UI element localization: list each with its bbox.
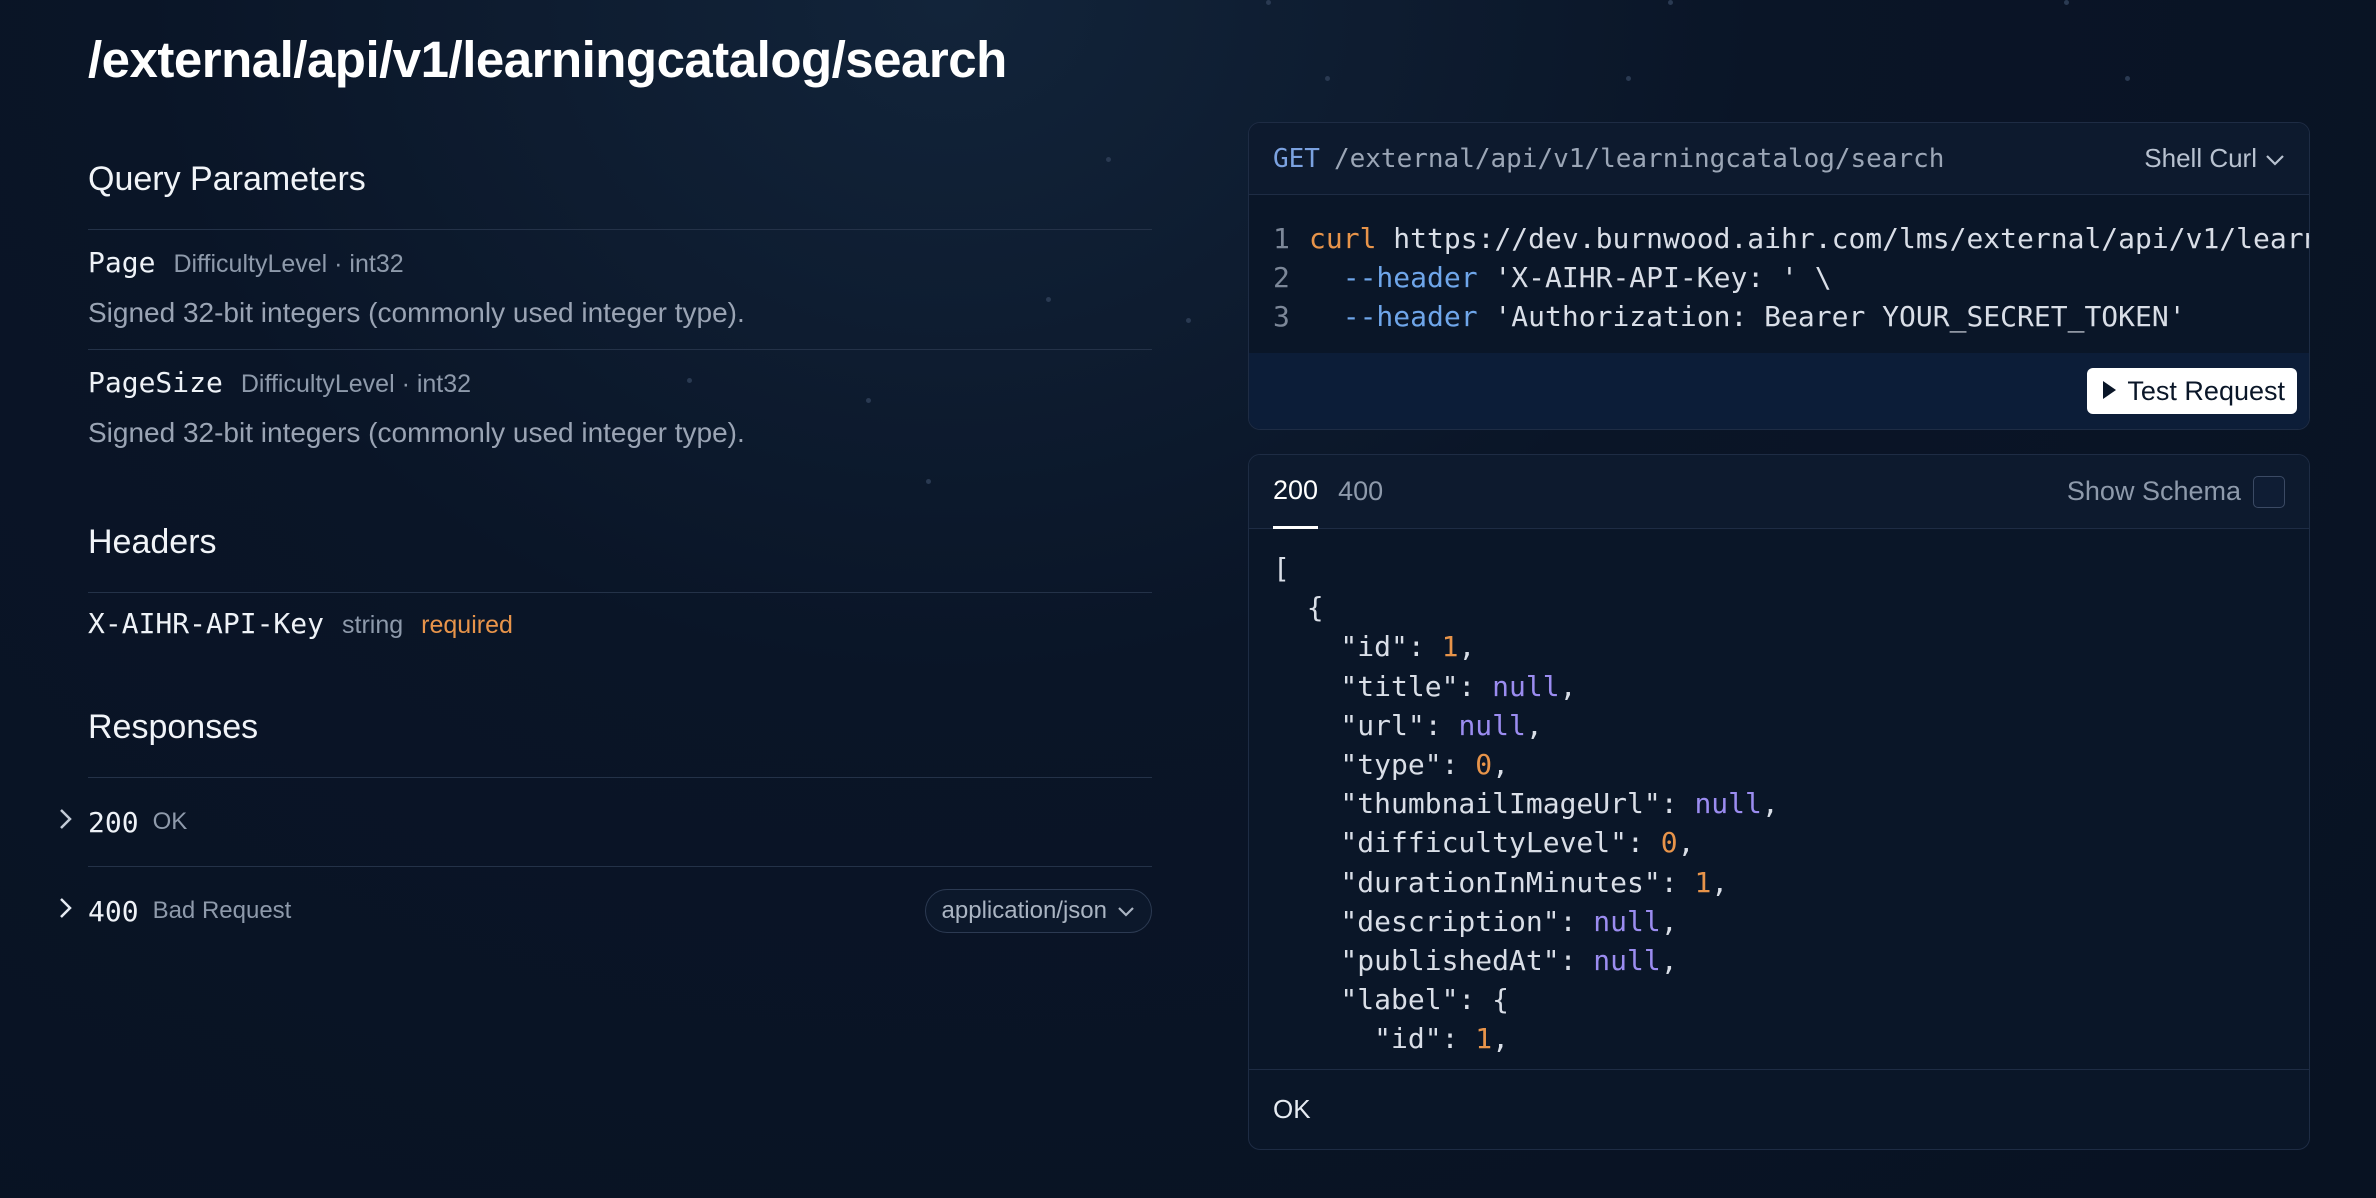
decorative-star [2064, 0, 2069, 5]
request-path: /external/api/v1/learningcatalog/search [1333, 143, 1945, 174]
curl-code-block: 1 curl https://dev.burnwood.aihr.com/lms/… [1249, 195, 2309, 336]
code-line: 3 --header 'Authorization: Bearer YOUR_S… [1273, 300, 2186, 333]
param-description: Signed 32-bit integers (commonly used in… [88, 297, 745, 328]
param-type: string [342, 611, 404, 639]
param-name: PageSize [88, 366, 223, 399]
play-icon [2101, 376, 2117, 407]
chevron-down-icon [2265, 143, 2285, 174]
header-param-api-key: X-AIHR-API-Key string required [88, 593, 1152, 660]
content-type-select[interactable]: application/json [924, 889, 1152, 933]
code-line: 1 curl https://dev.burnwood.aihr.com/lms/… [1273, 222, 2309, 255]
tab-200[interactable]: 200 [1273, 455, 1319, 529]
param-name: X-AIHR-API-Key [88, 607, 325, 640]
http-method: GET [1273, 143, 1320, 174]
response-200-row[interactable]: 200 OK [60, 778, 1152, 866]
show-schema-toggle[interactable]: Show Schema [2066, 475, 2285, 508]
param-description: Signed 32-bit integers (commonly used in… [88, 417, 745, 448]
query-param-page: Page DifficultyLevel · int32 Signed 32-b… [88, 230, 1152, 349]
language-label: Shell Curl [2144, 143, 2257, 173]
query-parameters-heading: Query Parameters [88, 160, 366, 198]
required-badge: required [421, 611, 513, 639]
param-type: DifficultyLevel · int32 [173, 250, 404, 278]
request-footer: Test Request [1249, 353, 2309, 429]
decorative-star [1186, 318, 1191, 323]
decorative-star [1668, 0, 1673, 5]
content-type-value: application/json [941, 897, 1107, 924]
test-request-label: Test Request [2127, 375, 2285, 406]
query-param-pagesize: PageSize DifficultyLevel · int32 Signed … [88, 350, 1152, 469]
page-title: /external/api/v1/learningcatalog/search [88, 31, 1007, 88]
param-name: Page [88, 246, 156, 279]
responses-heading: Responses [88, 708, 259, 746]
show-schema-checkbox[interactable] [2253, 475, 2285, 508]
response-code: 400 [88, 894, 139, 928]
response-tabs: 200 400 Show Schema [1249, 455, 2309, 529]
response-400-row[interactable]: 400 Bad Request application/json [60, 867, 1152, 955]
request-header: GET /external/api/v1/learningcatalog/sea… [1249, 123, 2309, 195]
response-text: OK [152, 808, 188, 835]
language-select[interactable]: Shell Curl [2144, 143, 2285, 174]
response-example-panel: 200 400 Show Schema [ { "id": 1, "title"… [1248, 454, 2310, 1150]
chevron-right-icon [58, 895, 74, 927]
decorative-star [2125, 76, 2130, 81]
headers-heading: Headers [88, 523, 217, 561]
tab-400[interactable]: 400 [1338, 455, 1383, 529]
decorative-star [1626, 76, 1631, 81]
chevron-down-icon [1117, 897, 1135, 925]
response-json: [ { "id": 1, "title": null, "url": null,… [1273, 552, 1779, 1056]
endpoint-details: Query Parameters Page DifficultyLevel · … [60, 160, 1152, 955]
request-example-panel: GET /external/api/v1/learningcatalog/sea… [1248, 122, 2310, 430]
code-line: 2 --header 'X-AIHR-API-Key: ' \ [1273, 261, 1832, 294]
decorative-star [1325, 76, 1330, 81]
chevron-right-icon [58, 806, 74, 838]
response-code: 200 [88, 805, 139, 839]
param-type: DifficultyLevel · int32 [240, 370, 472, 398]
decorative-star [1266, 0, 1271, 5]
test-request-button[interactable]: Test Request [2087, 368, 2297, 414]
show-schema-label: Show Schema [2066, 476, 2241, 506]
response-status: OK [1249, 1069, 2309, 1149]
response-text: Bad Request [152, 897, 292, 924]
